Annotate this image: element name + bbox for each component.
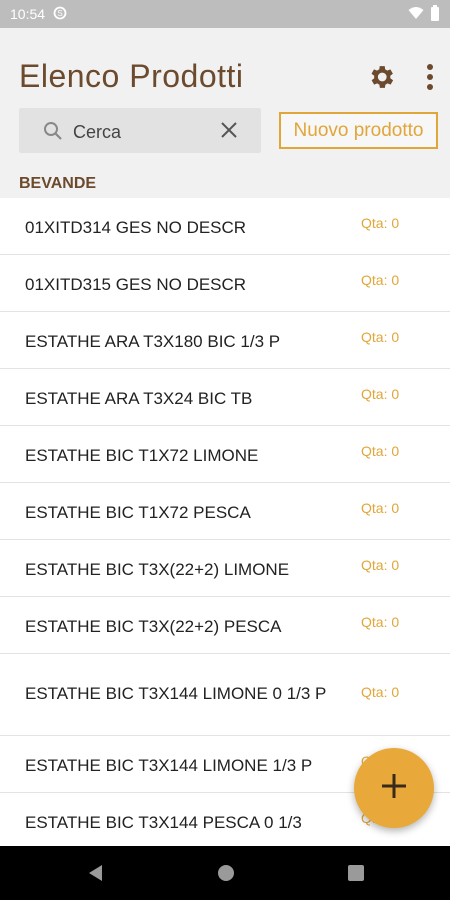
product-quantity: Qta: 0 <box>361 500 400 516</box>
recent-apps-icon[interactable] <box>347 864 365 887</box>
more-vert-icon[interactable] <box>420 62 440 92</box>
list-item[interactable]: ESTATHE BIC T1X72 LIMONE Qta: 0 <box>0 426 450 483</box>
search-box[interactable] <box>19 108 261 153</box>
search-icon <box>43 121 63 141</box>
product-quantity: Qta: 0 <box>361 557 400 573</box>
list-item[interactable]: ESTATHE ARA T3X24 BIC TB Qta: 0 <box>0 369 450 426</box>
search-input[interactable] <box>71 116 215 148</box>
product-name: ESTATHE BIC T3X144 PESCA 0 1/3 <box>25 813 302 832</box>
close-icon[interactable] <box>219 120 239 140</box>
page-title: Elenco Prodotti <box>19 58 244 94</box>
app-header: Elenco Prodotti Nuovo prodotto BEVANDE <box>0 28 450 198</box>
navigation-bar <box>0 846 450 900</box>
svg-text:S: S <box>57 9 62 18</box>
product-quantity: Qta: 0 <box>361 684 400 700</box>
product-name: ESTATHE BIC T3X144 LIMONE 0 1/3 P <box>25 684 327 703</box>
product-quantity: Qta: 0 <box>361 329 400 345</box>
product-quantity: Qta: 0 <box>361 443 400 459</box>
add-icon <box>379 771 409 806</box>
status-bar: 10:54 S <box>0 0 450 28</box>
battery-icon <box>430 4 440 24</box>
product-quantity: Qta: 0 <box>361 386 400 402</box>
wifi-icon <box>408 6 424 23</box>
data-saver-icon: S <box>53 6 67 23</box>
product-name: ESTATHE BIC T3X(22+2) LIMONE <box>25 560 290 579</box>
gear-icon[interactable] <box>366 62 396 92</box>
list-item[interactable]: ESTATHE BIC T3X144 LIMONE 0 1/3 P Qta: 0 <box>0 654 450 736</box>
product-name: ESTATHE BIC T3X144 LIMONE 1/3 P <box>25 756 313 775</box>
list-item[interactable]: ESTATHE BIC T3X(22+2) PESCA Qta: 0 <box>0 597 450 654</box>
list-item[interactable]: ESTATHE BIC T3X(22+2) LIMONE Qta: 0 <box>0 540 450 597</box>
product-name: ESTATHE ARA T3X180 BIC 1/3 P <box>25 332 281 351</box>
product-name: ESTATHE ARA T3X24 BIC TB <box>25 389 253 408</box>
home-icon[interactable] <box>216 863 236 888</box>
product-quantity: Qta: 0 <box>361 272 400 288</box>
product-name: 01XITD314 GES NO DESCR <box>25 218 247 237</box>
section-header: BEVANDE <box>19 175 97 192</box>
product-name: 01XITD315 GES NO DESCR <box>25 275 247 294</box>
product-quantity: Qta: 0 <box>361 614 400 630</box>
product-name: ESTATHE BIC T1X72 LIMONE <box>25 446 259 465</box>
product-quantity: Qta: 0 <box>361 215 400 231</box>
product-name: ESTATHE BIC T3X(22+2) PESCA <box>25 617 282 636</box>
back-icon[interactable] <box>86 863 104 888</box>
list-item[interactable]: 01XITD315 GES NO DESCR Qta: 0 <box>0 255 450 312</box>
list-item[interactable]: 01XITD314 GES NO DESCR Qta: 0 <box>0 198 450 255</box>
list-item[interactable]: ESTATHE BIC T1X72 PESCA Qta: 0 <box>0 483 450 540</box>
status-time: 10:54 <box>10 6 46 22</box>
list-item[interactable]: ESTATHE ARA T3X180 BIC 1/3 P Qta: 0 <box>0 312 450 369</box>
add-product-fab[interactable] <box>354 748 434 828</box>
new-product-button[interactable]: Nuovo prodotto <box>279 112 438 149</box>
product-name: ESTATHE BIC T1X72 PESCA <box>25 503 251 522</box>
